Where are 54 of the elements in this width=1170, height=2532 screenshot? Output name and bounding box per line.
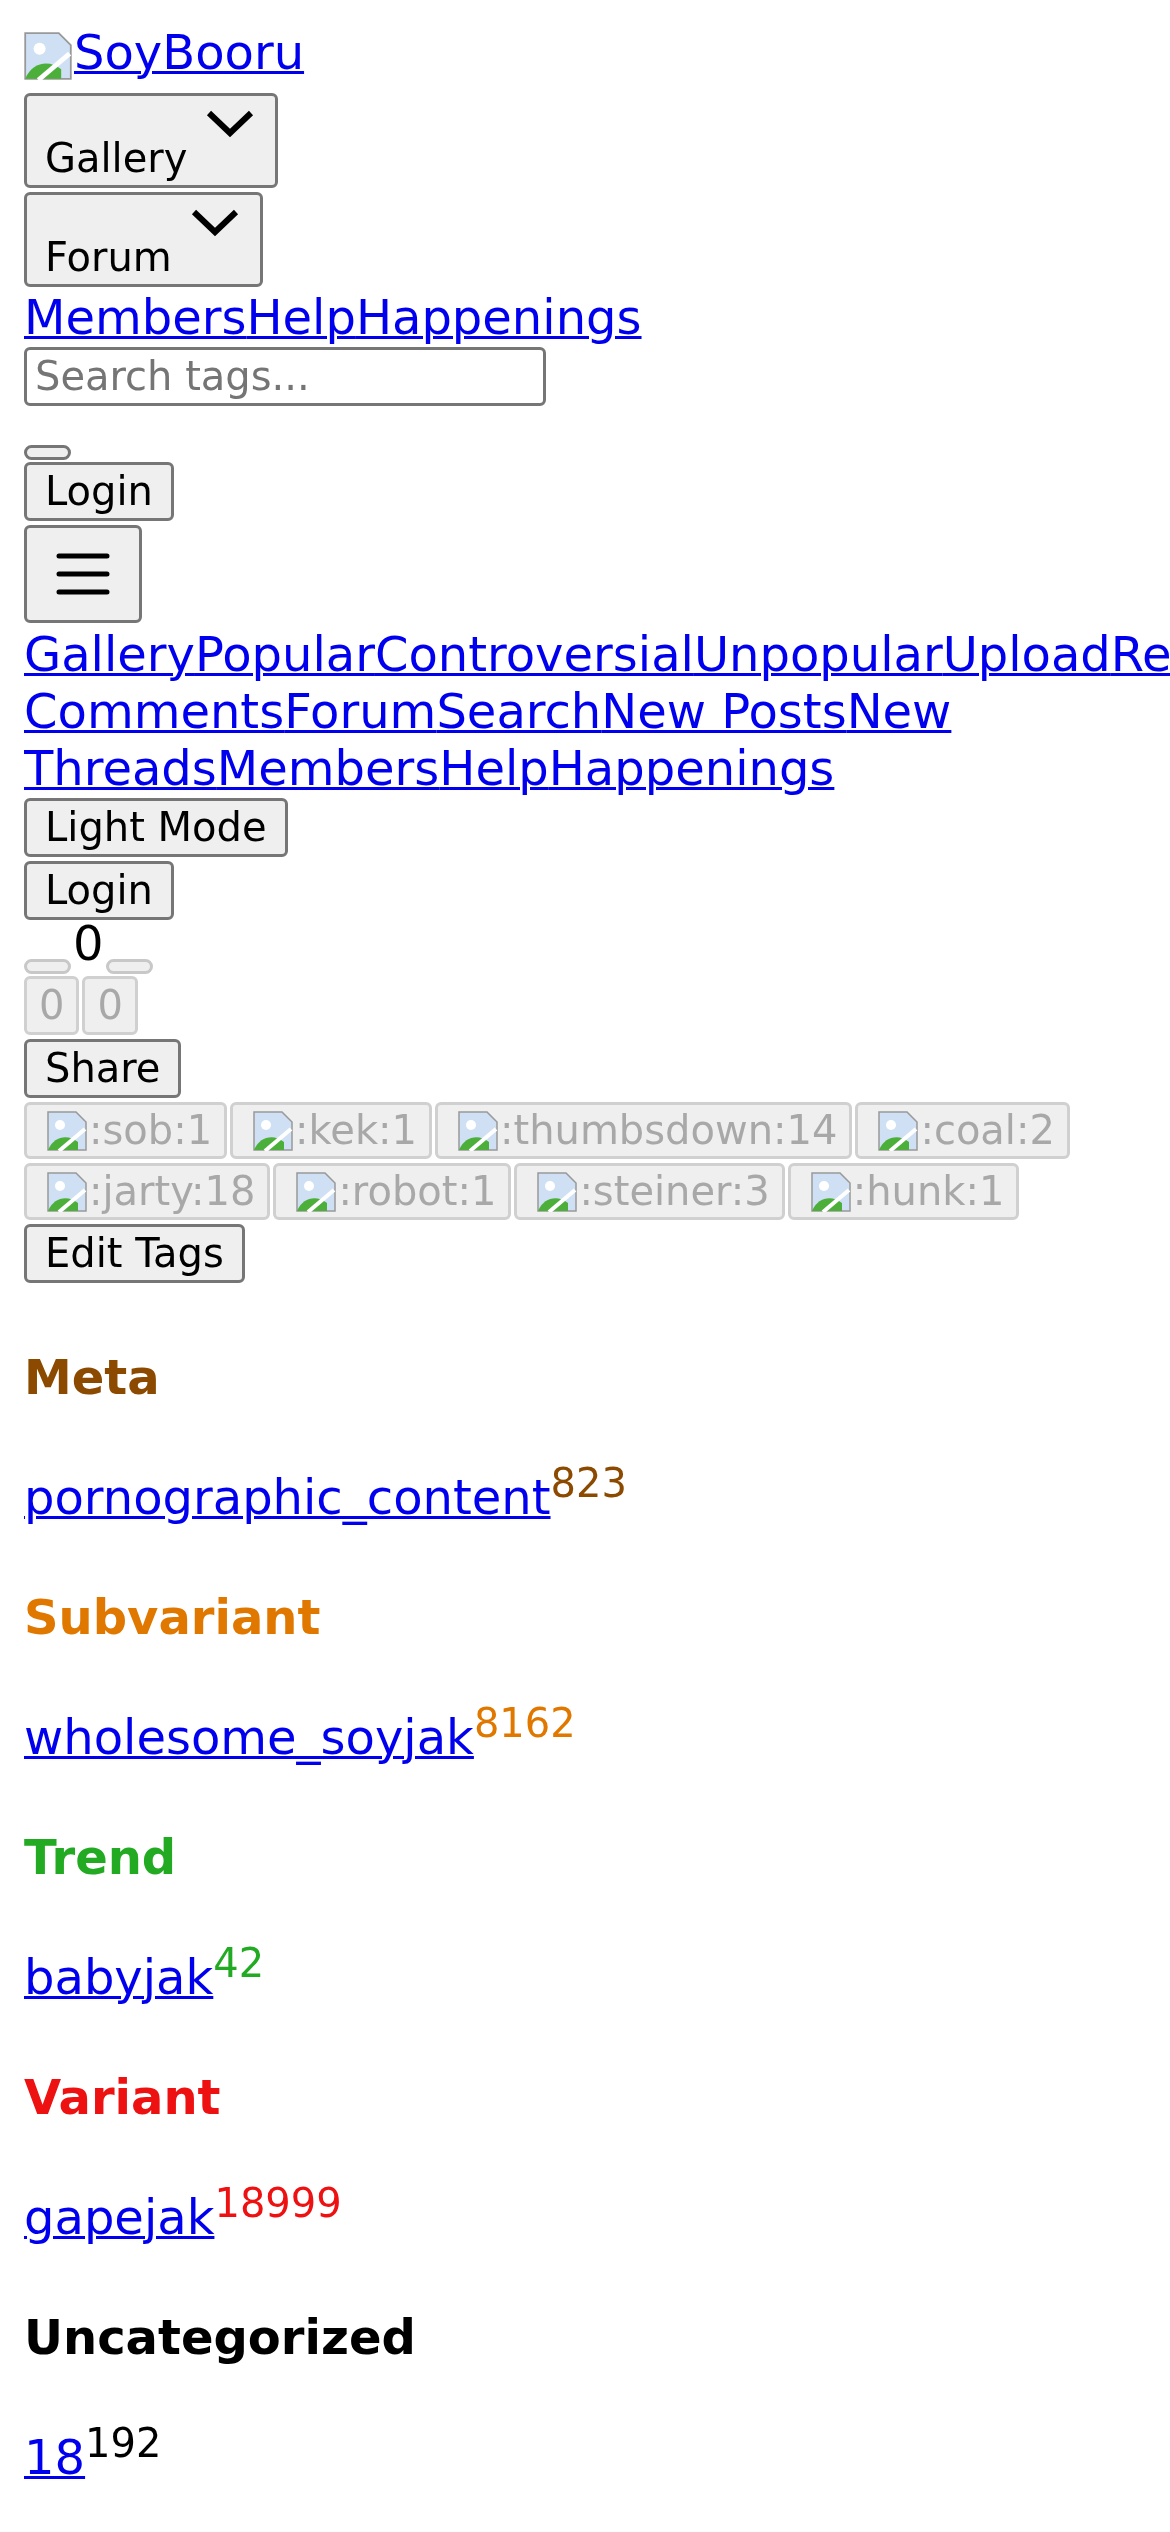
tag-count: 823 xyxy=(550,1460,627,1506)
login-button[interactable]: Login xyxy=(24,462,174,521)
broken-image-icon xyxy=(878,1110,919,1151)
share-button[interactable]: Share xyxy=(24,1039,182,1098)
site-logo-link[interactable]: SoyBooru xyxy=(24,24,305,80)
menu-link[interactable]: New Posts xyxy=(601,683,847,739)
tag-category-heading: Variant xyxy=(24,2069,222,2125)
menu-link[interactable]: New xyxy=(846,683,952,739)
menu-link[interactable]: Upload xyxy=(942,626,1111,682)
tag-category-heading: Meta xyxy=(24,1349,161,1405)
menu-link[interactable]: Comments xyxy=(24,683,285,739)
tag-count: 18999 xyxy=(214,2180,342,2226)
tag-link[interactable]: pornographic_content xyxy=(24,1469,551,1525)
tag-count: 192 xyxy=(85,2420,162,2466)
search-field[interactable]: Search tags... xyxy=(24,347,546,406)
broken-image-icon xyxy=(458,1110,499,1151)
menu-link[interactable]: Controversial xyxy=(374,626,694,682)
tag-link[interactable]: 18 xyxy=(24,2429,86,2485)
login-button[interactable]: Login xyxy=(24,861,174,920)
menu-link[interactable]: Popular xyxy=(194,626,375,682)
tag-count: 42 xyxy=(213,1940,265,1986)
light-mode-button[interactable]: Light Mode xyxy=(24,798,288,857)
broken-image-icon xyxy=(296,1171,337,1212)
tag-category-heading: Uncategorized xyxy=(24,2309,417,2365)
tag-link[interactable]: wholesome_soyjak xyxy=(24,1709,474,1765)
tag-count: 8162 xyxy=(473,1700,576,1746)
edit-tags-button[interactable]: Edit Tags xyxy=(24,1224,245,1283)
tag-category-heading: Trend xyxy=(24,1829,178,1885)
menu-button[interactable] xyxy=(24,525,142,623)
broken-image-icon xyxy=(253,1110,294,1151)
tag-link[interactable]: gapejak xyxy=(24,2189,215,2245)
menu-link[interactable]: Unpopular xyxy=(693,626,943,682)
broken-image-icon xyxy=(537,1171,578,1212)
tag-category-heading: Subvariant xyxy=(24,1589,322,1645)
vote-score: 0 xyxy=(73,918,104,968)
menu-link[interactable]: Help xyxy=(439,740,549,796)
menu-link[interactable]: Threads xyxy=(24,740,217,796)
broken-image-icon xyxy=(810,1171,851,1212)
nav-link[interactable]: Members xyxy=(24,289,247,345)
menu-link[interactable]: Gallery xyxy=(24,626,195,682)
menu-link[interactable]: Happenings xyxy=(548,740,835,796)
menu-link[interactable]: Forum xyxy=(284,683,437,739)
broken-image-icon xyxy=(24,32,72,80)
broken-image-icon xyxy=(47,1110,87,1151)
blank-button[interactable] xyxy=(24,445,71,460)
nav-link[interactable]: Help xyxy=(246,289,356,345)
dropdown-button[interactable]: Gallery xyxy=(24,93,279,188)
tag-link[interactable]: babyjak xyxy=(24,1949,214,2005)
menu-link[interactable]: Search xyxy=(436,683,602,739)
dropdown-button[interactable]: Forum xyxy=(24,192,263,287)
nav-link[interactable]: Happenings xyxy=(355,289,642,345)
menu-link[interactable]: Re xyxy=(1110,626,1170,682)
broken-image-icon xyxy=(47,1171,87,1212)
menu-link[interactable]: Members xyxy=(216,740,440,796)
